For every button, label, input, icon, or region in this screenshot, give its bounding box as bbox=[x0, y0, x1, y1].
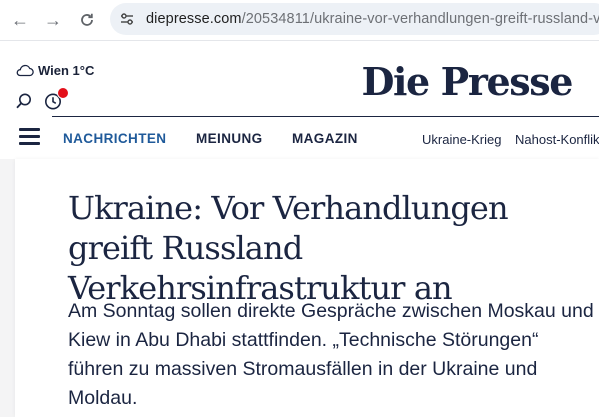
nav-divider bbox=[52, 116, 599, 117]
site-logo[interactable]: Die Presse bbox=[361, 63, 573, 101]
topic-ukraine-krieg[interactable]: Ukraine-Krieg bbox=[422, 132, 501, 147]
address-bar[interactable]: diepresse.com/20534811/ukraine-vor-verha… bbox=[110, 3, 599, 35]
back-icon[interactable]: ← bbox=[9, 9, 31, 31]
weather-widget[interactable]: Wien 1°C bbox=[15, 61, 94, 79]
site-header: Wien 1°C Die Presse NACHRICHTEN MEINUNG … bbox=[0, 41, 599, 159]
search-icon[interactable] bbox=[15, 92, 33, 110]
nav-meinung[interactable]: MEINUNG bbox=[196, 131, 263, 146]
cloud-icon bbox=[16, 64, 34, 77]
url-path: /20534811/ukraine-vor-verhandlungen-grei… bbox=[241, 11, 599, 27]
reload-icon[interactable] bbox=[76, 9, 98, 31]
topic-nahost-konflikt[interactable]: Nahost-Konflikt bbox=[515, 132, 599, 147]
menu-icon[interactable] bbox=[19, 128, 40, 146]
weather-text: Wien 1°C bbox=[38, 62, 95, 78]
nav-magazin[interactable]: MAGAZIN bbox=[292, 131, 358, 146]
url-text[interactable]: diepresse.com/20534811/ukraine-vor-verha… bbox=[146, 11, 599, 27]
article-title: Ukraine: Vor Verhandlungen greift Russla… bbox=[68, 189, 509, 307]
browser-toolbar: ← → diepresse.com/20534811/ukraine-vor-v… bbox=[0, 0, 599, 41]
article-lead: Am Sonntag sollen direkte Gespräche zwis… bbox=[68, 300, 594, 409]
page: Wien 1°C Die Presse NACHRICHTEN MEINUNG … bbox=[0, 41, 599, 417]
nav-nachrichten[interactable]: NACHRICHTEN bbox=[63, 131, 166, 146]
forward-icon[interactable]: → bbox=[42, 9, 64, 31]
article: Ukraine: Vor Verhandlungen greift Russla… bbox=[15, 159, 599, 417]
notification-badge bbox=[57, 87, 69, 99]
site-info-icon[interactable] bbox=[119, 11, 135, 27]
url-host: diepresse.com bbox=[146, 11, 242, 27]
